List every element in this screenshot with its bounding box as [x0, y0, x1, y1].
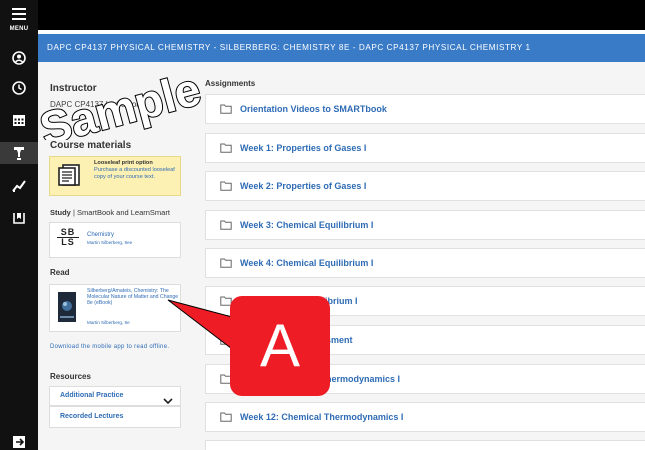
study-label: Study	[50, 208, 71, 217]
smartbook-logo-top: SB	[60, 227, 76, 237]
assignment-label: Week 12: Chemical Thermodynamics I	[240, 412, 404, 422]
menu-label[interactable]: MENU	[0, 26, 38, 32]
assignment-folder-partial[interactable]	[205, 440, 645, 450]
course-title-banner: DAPC CP4137 PHYSICAL CHEMISTRY - SILBERB…	[38, 34, 645, 62]
mobile-app-link[interactable]: Download the mobile app to read offline.	[50, 344, 180, 351]
assignment-folder[interactable]: Week 1: Properties of Gases I	[205, 133, 645, 163]
folder-icon	[220, 181, 232, 191]
top-bar	[38, 0, 645, 30]
course-materials-heading: Course materials	[50, 140, 132, 151]
smartbook-title[interactable]: Chemistry	[87, 232, 114, 238]
smartbook-logo-bottom: LS	[57, 237, 79, 247]
looseleaf-title: Looseleaf print option	[94, 160, 153, 166]
assignment-folder[interactable]: Orientation Videos to SMARTbook	[205, 94, 645, 124]
assignment-folder[interactable]: Week 12: Chemical Thermodynamics I	[205, 402, 645, 432]
assignment-folder[interactable]: Week 2: Properties of Gases I	[205, 171, 645, 201]
looseleaf-description[interactable]: Purchase a discounted looseleaf copy of …	[94, 167, 180, 180]
smartbook-logo: SB LS	[57, 228, 79, 247]
chevron-down-icon[interactable]	[163, 392, 173, 405]
calendar-icon[interactable]	[0, 110, 38, 130]
assignment-label: Orientation Videos to SMARTbook	[240, 104, 387, 114]
study-section-label: Study | SmartBook and LearnSmart	[50, 208, 170, 217]
folder-icon	[220, 258, 232, 268]
resource-label-recorded-lectures: Recorded Lectures	[60, 413, 124, 420]
folder-icon	[220, 104, 232, 114]
hamburger-icon[interactable]	[0, 4, 38, 24]
assignment-label: hermodynamics I	[326, 374, 401, 384]
assignment-label: Week 1: Properties of Gases I	[240, 143, 367, 153]
clock-icon[interactable]	[0, 78, 38, 98]
assignment-label: Week 2: Properties of Gases I	[240, 181, 367, 191]
resource-label-additional-practice: Additional Practice	[60, 392, 124, 399]
folder-icon	[220, 143, 232, 153]
ebook-title[interactable]: Silberberg/Amateis, Chemistry: The Molec…	[87, 288, 179, 307]
assignment-folder[interactable]: Week 4: Chemical Equilibrium I	[205, 248, 645, 278]
resources-heading: Resources	[50, 372, 91, 381]
app-frame: MENU DAPC CP4137 PHYSICAL CHEMISTRY - SI…	[0, 0, 645, 450]
assignment-label: Week 3: Chemical Equilibrium I	[240, 220, 374, 230]
exit-icon[interactable]	[0, 434, 38, 450]
folder-icon	[220, 220, 232, 230]
read-label: Read	[50, 268, 70, 277]
study-suffix: | SmartBook and LearnSmart	[72, 208, 170, 217]
ebook-author: Martin Silberberg, 8e	[87, 320, 130, 325]
assignments-heading: Assignments	[205, 79, 256, 88]
lightbulb-icon[interactable]	[0, 142, 38, 164]
folder-icon	[220, 412, 232, 422]
looseleaf-icon	[56, 162, 82, 188]
smartbook-author: Martin Silberberg, 8ee	[87, 240, 133, 245]
user-circle-icon[interactable]	[0, 48, 38, 68]
instructor-name: DAPC CP4137 Instructor	[50, 100, 139, 109]
assignment-label: Week 4: Chemical Equilibrium I	[240, 258, 374, 268]
left-rail: MENU	[0, 0, 38, 450]
assignment-folder[interactable]: Week 3: Chemical Equilibrium I	[205, 210, 645, 240]
instructor-heading: Instructor	[50, 83, 97, 94]
chart-icon[interactable]	[0, 176, 38, 196]
ebook-cover	[58, 292, 76, 322]
callout-badge-label: A	[259, 312, 301, 379]
bookmark-icon[interactable]	[0, 208, 38, 228]
